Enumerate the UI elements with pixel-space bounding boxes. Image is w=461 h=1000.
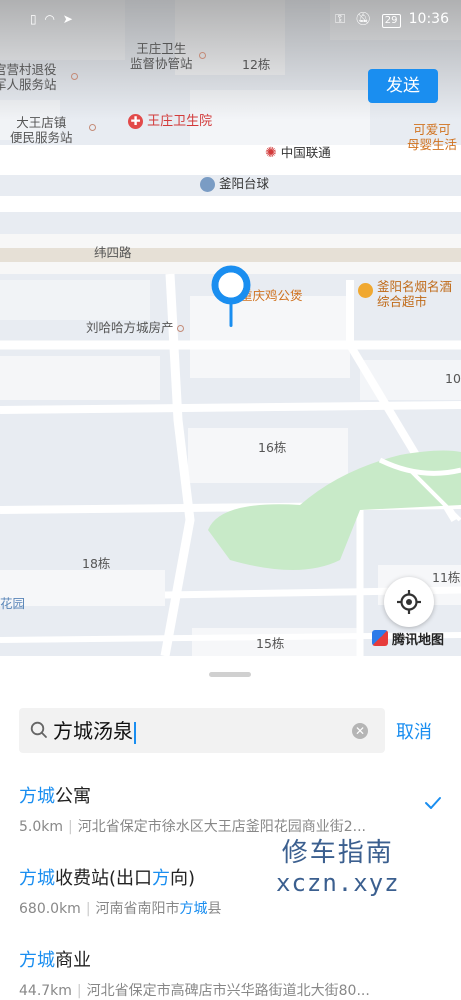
- building-label: 10: [445, 371, 461, 386]
- building-label: 15栋: [256, 636, 285, 651]
- unicom-poi[interactable]: ✺ 中国联通: [265, 145, 331, 161]
- status-icons-left: ▯ ◠ ➤: [30, 12, 73, 26]
- building-label: 11栋: [432, 570, 461, 585]
- crosshair-icon: [397, 590, 421, 614]
- shop-icon: [358, 283, 373, 298]
- poi-label[interactable]: 可爱可 母婴生活: [407, 122, 457, 152]
- result-address: 44.7km | 河北省保定市高碑店市兴华路街道北大街80...: [19, 983, 370, 999]
- hospital-poi[interactable]: ✚ 王庄卫生院: [128, 114, 212, 129]
- poi-label[interactable]: 宫营村退役 军人服务站: [0, 62, 57, 92]
- status-bar: ▯ ◠ ➤ ⚿ 🔕︎ 29 10:36: [0, 0, 461, 38]
- map-view[interactable]: 王庄卫生 监督协管站 12栋 宫营村退役 军人服务站 大王店镇 便民服务站 ✚ …: [0, 0, 461, 656]
- location-pin-icon[interactable]: [211, 265, 251, 327]
- result-address: 680.0km | 河南省南阳市方城县: [19, 901, 222, 917]
- poi-label[interactable]: 刘哈哈方城房产: [86, 320, 184, 335]
- supermarket-poi[interactable]: 釜阳名烟名酒 综合超市: [358, 279, 452, 309]
- battery-icon: 29: [381, 14, 401, 28]
- search-bar[interactable]: 方城汤泉 ✕: [19, 708, 385, 753]
- tencent-map-icon: [372, 630, 388, 646]
- wifi-icon: ◠: [44, 12, 55, 26]
- billiards-poi[interactable]: 釜阳台球: [200, 176, 269, 192]
- text-caret: [134, 721, 136, 744]
- mute-icon: 🔕︎: [355, 12, 372, 27]
- watermark: 修车指南 xczn.xyz: [276, 838, 400, 897]
- poi-dot: [199, 52, 206, 59]
- send-button[interactable]: 发送: [368, 69, 438, 103]
- building-label: 16栋: [258, 440, 287, 455]
- clock: 10:36: [408, 11, 449, 27]
- my-location-button[interactable]: [384, 577, 434, 627]
- sim-icon: ▯: [30, 12, 37, 26]
- poi-dot: [176, 325, 184, 332]
- poi-dot: [89, 124, 96, 131]
- park-label: 花园: [0, 596, 26, 611]
- checkmark-icon: [425, 797, 441, 809]
- unicom-icon: ✺: [265, 145, 277, 161]
- poi-label[interactable]: 王庄卫生 监督协管站: [130, 41, 193, 71]
- building-label: 18栋: [82, 556, 111, 571]
- search-input[interactable]: 方城汤泉: [53, 717, 136, 745]
- road-label: 纬四路: [94, 245, 132, 260]
- building-label: 12栋: [242, 57, 271, 72]
- telegram-icon: ➤: [62, 12, 73, 26]
- hospital-icon: ✚: [128, 114, 143, 129]
- billiards-icon: [200, 177, 215, 192]
- status-icons-right: ⚿ 🔕︎ 29 10:36: [335, 11, 449, 28]
- result-name: 方城收费站(出口方向): [19, 868, 196, 889]
- search-result-item[interactable]: 方城商业 44.7km | 河北省保定市高碑店市兴华路街道北大街80...: [0, 946, 461, 1000]
- poi-dot: [71, 73, 78, 80]
- drag-handle[interactable]: [209, 672, 251, 677]
- key-icon: ⚿: [335, 12, 345, 27]
- search-sheet: 方城汤泉 ✕ 取消 方城公寓 5.0km | 河北省保定市徐水区大王店釜阳花园商业街…: [0, 656, 461, 1000]
- search-icon: [30, 721, 47, 738]
- map-provider-logo: 腾讯地图: [372, 628, 444, 648]
- result-name: 方城商业: [19, 950, 91, 971]
- cancel-button[interactable]: 取消: [396, 718, 432, 744]
- poi-label[interactable]: 大王店镇 便民服务站: [10, 115, 73, 145]
- clear-icon[interactable]: ✕: [352, 723, 368, 739]
- result-name: 方城公寓: [19, 786, 91, 807]
